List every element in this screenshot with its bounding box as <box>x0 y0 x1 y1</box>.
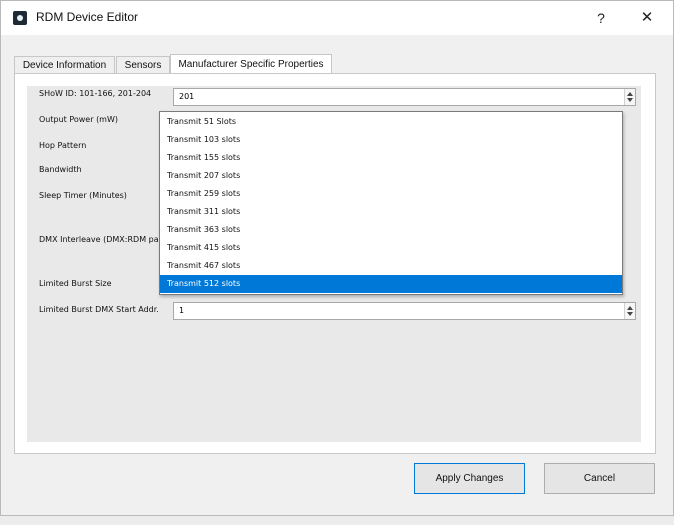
dropdown-option[interactable]: Transmit 51 Slots <box>160 113 622 131</box>
dropdown-option[interactable]: Transmit 259 slots <box>160 185 622 203</box>
dropdown-option[interactable]: Transmit 363 slots <box>160 221 622 239</box>
dropdown-option[interactable]: Transmit 311 slots <box>160 203 622 221</box>
dropdown-option[interactable]: Transmit 415 slots <box>160 239 622 257</box>
help-button[interactable]: ? <box>581 5 621 31</box>
limited-burst-start-label: Limited Burst DMX Start Addr. <box>39 305 159 314</box>
show-id-spinbox[interactable]: 201 <box>173 88 636 106</box>
apply-changes-button[interactable]: Apply Changes <box>414 463 525 494</box>
output-power-label: Output Power (mW) <box>39 115 119 124</box>
title-bar: RDM Device Editor ? ✕ <box>1 1 673 35</box>
window-title: RDM Device Editor <box>36 10 139 24</box>
arrow-up-icon[interactable] <box>627 306 633 310</box>
arrow-down-icon[interactable] <box>627 312 633 316</box>
app-icon <box>13 11 27 25</box>
close-button[interactable]: ✕ <box>627 5 667 31</box>
dropdown-option[interactable]: Transmit 103 slots <box>160 131 622 149</box>
cancel-button[interactable]: Cancel <box>544 463 655 494</box>
bandwidth-label: Bandwidth <box>39 165 82 174</box>
limited-burst-start-spinbox[interactable]: 1 <box>173 302 636 320</box>
show-id-stepper[interactable] <box>624 89 635 105</box>
limited-burst-start-value: 1 <box>179 306 185 315</box>
sleep-timer-label: Sleep Timer (Minutes) <box>39 191 127 200</box>
limited-burst-size-label: Limited Burst Size <box>39 279 112 288</box>
show-id-value: 201 <box>179 92 195 101</box>
arrow-down-icon[interactable] <box>627 98 633 102</box>
dropdown-option[interactable]: Transmit 467 slots <box>160 257 622 275</box>
hop-pattern-label: Hop Pattern <box>39 141 87 150</box>
dropdown-option-selected[interactable]: Transmit 512 slots <box>160 275 622 293</box>
slots-dropdown-list[interactable]: Transmit 51 Slots Transmit 103 slots Tra… <box>159 111 623 295</box>
show-id-label: SHoW ID: 101-166, 201-204 <box>39 89 152 98</box>
dropdown-option[interactable]: Transmit 155 slots <box>160 149 622 167</box>
arrow-up-icon[interactable] <box>627 92 633 96</box>
dropdown-option[interactable]: Transmit 207 slots <box>160 167 622 185</box>
limited-burst-start-stepper[interactable] <box>624 303 635 319</box>
tab-manufacturer-specific-properties[interactable]: Manufacturer Specific Properties <box>170 54 332 75</box>
